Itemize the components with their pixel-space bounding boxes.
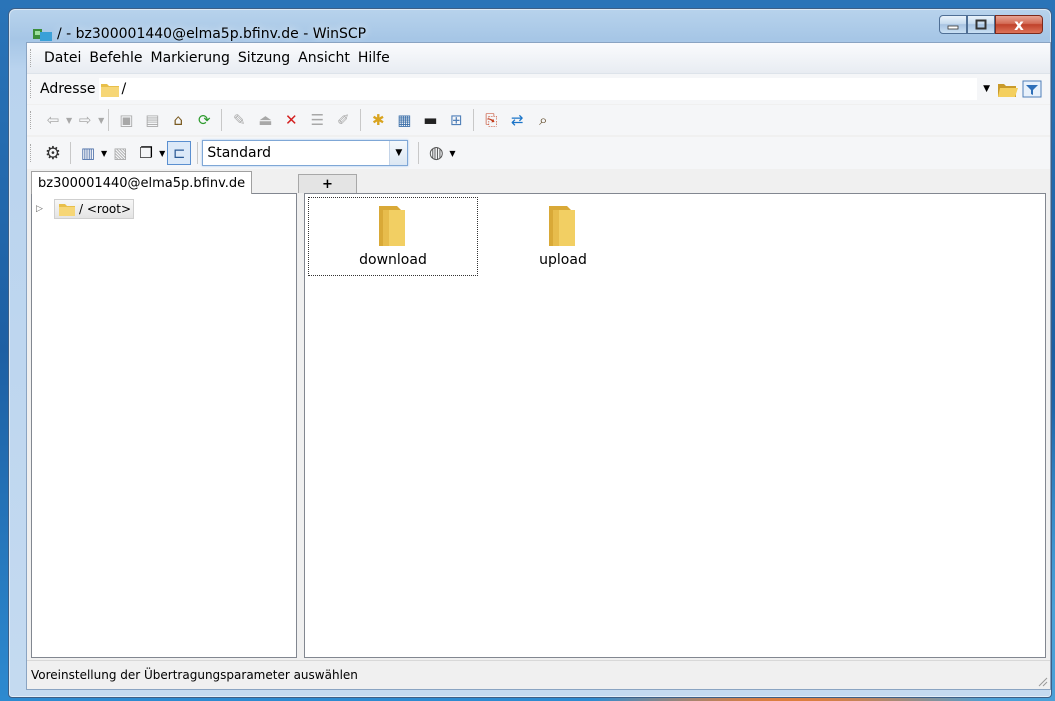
status-bar: Voreinstellung der Übertragungsparameter… <box>27 660 1050 689</box>
separator <box>108 109 110 131</box>
back-icon[interactable]: ⇦ <box>42 109 64 131</box>
file-list[interactable]: download upload <box>304 193 1046 658</box>
preferences-gear-icon[interactable]: ⚙ <box>42 142 64 164</box>
menu-markierung[interactable]: Markierung <box>147 50 234 66</box>
commands-toolbar: ⇦ ▼ ⇨ ▼ ▣ ▤ ⌂ ⟳ ✎ ⏏ ✕ ☰ ✐ ✱ ▦ ▬ ⊞ ⎘ ⇄ ⌕ <box>27 105 1050 135</box>
menu-ansicht[interactable]: Ansicht <box>294 50 354 66</box>
delete-icon[interactable]: ✕ <box>280 109 302 131</box>
globe-dropdown-icon[interactable]: ▼ <box>449 149 455 158</box>
forward-dropdown-icon[interactable]: ▼ <box>98 116 104 125</box>
file-name: upload <box>539 252 587 268</box>
menu-hilfe[interactable]: Hilfe <box>354 50 394 66</box>
columns-icon[interactable]: ▧ <box>109 142 131 164</box>
separator <box>418 142 420 164</box>
maximize-button[interactable] <box>967 15 995 34</box>
view-toolbar: ⚙ ▥ ▼ ▧ ❐ ▼ ⊏ Standard ▼ ◍ ▼ <box>27 137 1050 169</box>
home-icon[interactable]: ⌂ <box>167 109 189 131</box>
address-bar: Adresse / ▼ <box>27 74 1050 104</box>
new-folder-icon[interactable]: ✱ <box>367 109 389 131</box>
find-files-icon[interactable]: ⌕ <box>532 109 554 131</box>
window-controls: x <box>939 15 1043 35</box>
winscp-app-icon <box>33 29 52 41</box>
tree-item-root-node[interactable]: / <root> <box>54 199 135 219</box>
session-tabs: bz300001440@elma5p.bfinv.de + <box>27 171 1050 194</box>
client-area: Datei Befehle Markierung Sitzung Ansicht… <box>26 42 1051 690</box>
close-button[interactable]: x <box>995 15 1043 34</box>
file-item-upload[interactable]: upload <box>479 198 647 275</box>
menu-befehle[interactable]: Befehle <box>85 50 146 66</box>
view-mode-icon[interactable]: ▥ <box>77 142 99 164</box>
folder-icon <box>549 206 575 246</box>
separator <box>221 109 223 131</box>
copy-list-icon[interactable]: ❐ <box>135 142 157 164</box>
minimize-button[interactable] <box>939 15 967 34</box>
open-folder-icon[interactable] <box>996 80 1018 98</box>
transfer-settings-globe-icon[interactable]: ◍ <box>425 142 447 164</box>
maximize-icon <box>975 19 987 30</box>
title-bar[interactable]: / - bz300001440@elma5p.bfinv.de - WinSCP <box>9 9 1051 45</box>
transfer-settings-value: Standard <box>207 145 272 161</box>
properties-icon[interactable]: ☰ <box>306 109 328 131</box>
new-tab-button[interactable]: + <box>298 174 357 193</box>
toolbar-grip[interactable] <box>30 49 34 67</box>
folder-icon <box>379 206 405 246</box>
parent-directory-icon[interactable]: ▣ <box>115 109 137 131</box>
tree-item-root[interactable]: ▷ / <root> <box>36 199 135 219</box>
file-name: download <box>359 252 427 268</box>
minimize-icon <box>947 25 959 29</box>
root-directory-icon[interactable]: ▤ <box>141 109 163 131</box>
add-bookmark-icon[interactable]: ▦ <box>393 109 415 131</box>
back-dropdown-icon[interactable]: ▼ <box>66 116 72 125</box>
filter-icon[interactable] <box>1022 80 1042 98</box>
menu-bar: Datei Befehle Markierung Sitzung Ansicht… <box>27 43 1050 74</box>
chevron-down-icon[interactable]: ▼ <box>389 141 408 165</box>
transfer-settings-select[interactable]: Standard ▼ <box>202 140 409 166</box>
open-icon[interactable]: ⏏ <box>254 109 276 131</box>
address-input[interactable]: / <box>99 78 978 100</box>
rename-icon[interactable]: ✐ <box>332 109 354 131</box>
status-text: Voreinstellung der Übertragungsparameter… <box>31 668 358 682</box>
refresh-icon[interactable]: ⟳ <box>193 109 215 131</box>
window-title: / - bz300001440@elma5p.bfinv.de - WinSCP <box>57 26 367 42</box>
view-mode-dropdown-icon[interactable]: ▼ <box>101 149 107 158</box>
tab-session[interactable]: bz300001440@elma5p.bfinv.de <box>31 171 253 194</box>
expand-icon[interactable]: ▷ <box>36 204 50 214</box>
copy-to-clipboard-icon[interactable]: ⎘ <box>480 109 502 131</box>
menu-datei[interactable]: Datei <box>40 50 85 66</box>
menu-sitzung[interactable]: Sitzung <box>234 50 294 66</box>
tree-item-label: / <root> <box>79 202 132 216</box>
resize-grip-icon[interactable] <box>1036 675 1048 687</box>
address-value: / <box>121 81 127 97</box>
synchronize-icon[interactable]: ⇄ <box>506 109 528 131</box>
tree-toggle-icon[interactable]: ⊏ <box>167 141 192 165</box>
toolbar-grip[interactable] <box>30 111 34 129</box>
toolbar-grip[interactable] <box>30 80 34 98</box>
separator <box>473 109 475 131</box>
folder-icon <box>101 84 120 97</box>
folder-icon <box>59 204 75 216</box>
address-label: Adresse <box>40 81 96 97</box>
copy-list-dropdown-icon[interactable]: ▼ <box>159 149 165 158</box>
console-icon[interactable]: ▬ <box>419 109 441 131</box>
forward-icon[interactable]: ⇨ <box>74 109 96 131</box>
putty-icon[interactable]: ⊞ <box>445 109 467 131</box>
file-item-download[interactable]: download <box>308 197 478 276</box>
separator <box>197 142 199 164</box>
separator <box>70 142 71 164</box>
edit-icon[interactable]: ✎ <box>228 109 250 131</box>
winscp-window: / - bz300001440@elma5p.bfinv.de - WinSCP… <box>8 8 1052 698</box>
directory-tree[interactable]: ▷ / <root> <box>31 193 297 658</box>
address-dropdown-icon[interactable]: ▼ <box>983 84 990 94</box>
separator <box>360 109 362 131</box>
toolbar-grip[interactable] <box>30 144 34 162</box>
